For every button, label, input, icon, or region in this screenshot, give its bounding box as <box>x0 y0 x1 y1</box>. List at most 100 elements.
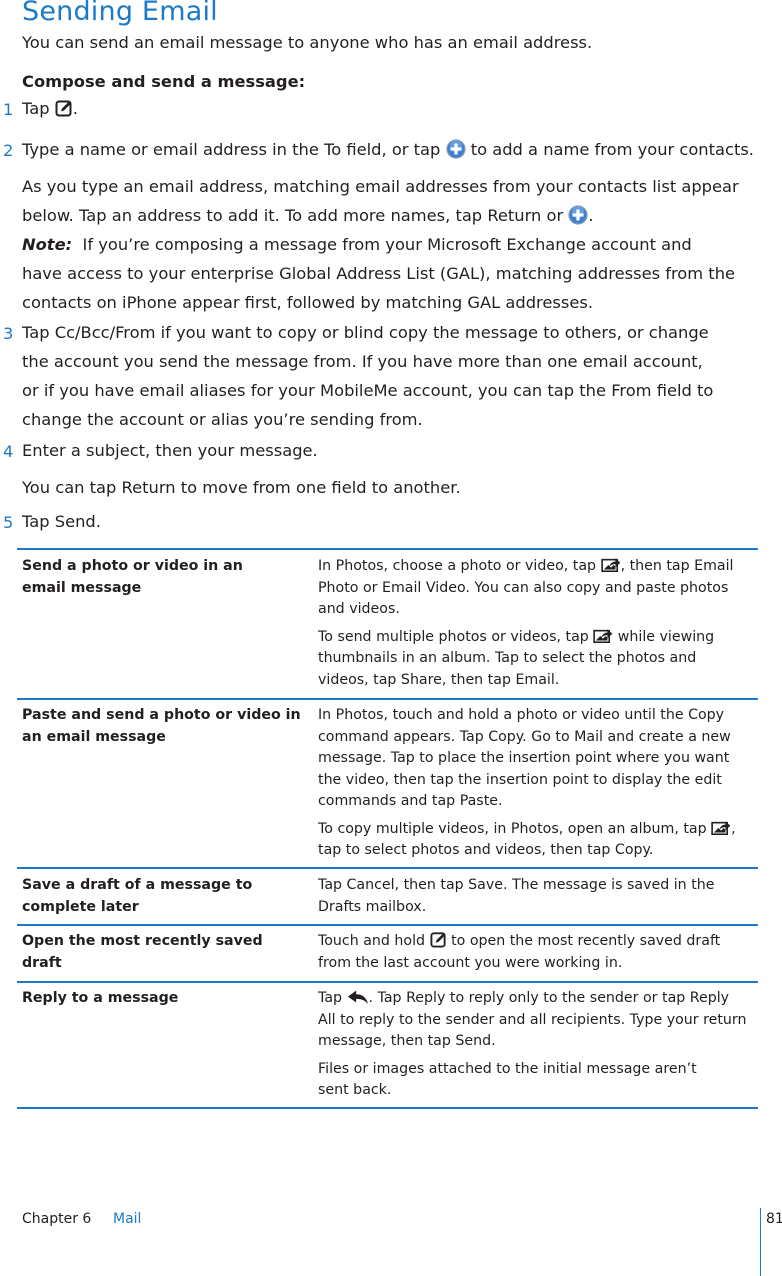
desc-text: , then tap Email <box>620 558 734 574</box>
table-rule <box>17 698 758 700</box>
step-line: the account you send the message from. I… <box>22 352 703 371</box>
desc-line: All to reply to the sender and all recip… <box>318 1011 747 1028</box>
table-desc-cell: In Photos, choose a photo or video, tap … <box>318 556 758 697</box>
table-desc-cell: In Photos, touch and hold a photo or vid… <box>318 705 758 868</box>
step-number: 5 <box>3 513 14 532</box>
note-text: If you’re composing a message from your … <box>82 235 692 254</box>
step-4: Enter a subject, then your message. <box>22 441 318 460</box>
section-subhead: Compose and send a message: <box>22 72 306 91</box>
desc-line: message. Tap to place the insertion poin… <box>318 750 730 766</box>
footer-chapter: Chapter 6 <box>22 1211 92 1227</box>
table-task-cell: Send a photo or video in an email messag… <box>22 556 302 599</box>
note-line: Note: If you’re composing a message from… <box>22 230 735 259</box>
detail-line: As you type an email address, matching e… <box>22 177 739 196</box>
desc-text: Tap <box>318 990 347 1006</box>
step-1: Tap . <box>22 94 78 123</box>
table-desc-cell: Tap . Tap Reply to reply only to the sen… <box>318 988 758 1108</box>
desc-line: sent back. <box>318 1082 392 1098</box>
desc-text: To copy multiple videos, in Photos, open… <box>318 820 712 837</box>
footer-section-link[interactable]: Mail <box>113 1211 141 1227</box>
desc-paragraph: In Photos, choose a photo or video, tap … <box>318 556 758 621</box>
desc-line: command appears. Tap Copy. Go to Mail an… <box>318 728 731 745</box>
desc-text: to open the most recently saved draft <box>446 933 721 949</box>
desc-line: tap to select photos and videos, then ta… <box>318 842 654 858</box>
desc-paragraph: To send multiple photos or videos, tap w… <box>318 627 758 692</box>
table-rule <box>17 924 758 926</box>
desc-text: In Photos, choose a photo or video, tap <box>318 558 601 574</box>
task-line: email message <box>22 579 142 596</box>
desc-line: videos, tap Share, then tap Email. <box>318 671 560 688</box>
step-text: . <box>72 99 78 118</box>
desc-line: Photo or Email Video. You can also copy … <box>318 579 729 596</box>
action-icon <box>593 628 613 644</box>
detail-text: below. Tap an address to add it. To add … <box>22 206 569 225</box>
note-line: contacts on iPhone appear first, followe… <box>22 293 594 312</box>
step-line: Tap Cc/Bcc/From if you want to copy or b… <box>22 323 709 342</box>
step-2-detail: As you type an email address, matching e… <box>22 172 739 230</box>
step-number: 2 <box>3 141 14 160</box>
step-3: Tap Cc/Bcc/From if you want to copy or b… <box>22 318 713 434</box>
desc-line: To copy multiple videos, in Photos, open… <box>318 819 758 841</box>
footer-divider <box>760 1208 761 1276</box>
task-line: Reply to a message <box>22 990 179 1006</box>
task-line: Send a photo or video in an <box>22 558 243 574</box>
task-line: Open the most recently saved draft <box>22 933 263 971</box>
step-text: Tap <box>22 99 55 118</box>
table-rule <box>17 548 758 550</box>
table-rule <box>17 867 758 869</box>
desc-line: Tap . Tap Reply to reply only to the sen… <box>318 988 758 1010</box>
compose-icon <box>55 99 73 117</box>
note-line: have access to your enterprise Global Ad… <box>22 264 736 283</box>
task-line: an email message <box>22 728 166 745</box>
step-text: Type a name or email address in the To f… <box>22 140 446 159</box>
desc-line: Touch and hold to open the most recently… <box>318 931 758 953</box>
desc-line: In Photos, choose a photo or video, tap … <box>318 556 758 578</box>
desc-paragraph: Files or images attached to the initial … <box>318 1059 758 1102</box>
add-contact-icon <box>446 139 466 159</box>
desc-text: To send multiple photos or videos, tap <box>318 628 594 645</box>
table-desc-cell: Touch and hold to open the most recently… <box>318 931 758 980</box>
desc-text: while viewing <box>613 628 715 645</box>
desc-line: Drafts mailbox. <box>318 898 427 915</box>
table-rule <box>17 981 758 983</box>
desc-line: message, then tap Send. <box>318 1033 496 1049</box>
desc-line: the video, then tap the insertion point … <box>318 771 722 788</box>
detail-line: below. Tap an address to add it. To add … <box>22 201 739 230</box>
action-icon <box>711 820 731 836</box>
step-number: 1 <box>3 100 14 119</box>
step-number: 3 <box>3 324 14 343</box>
detail-text: . <box>588 206 594 225</box>
desc-line: from the last account you were working i… <box>318 954 623 971</box>
desc-line: thumbnails in an album. Tap to select th… <box>318 650 697 666</box>
step-2: Type a name or email address in the To f… <box>22 135 754 164</box>
note-label: Note: <box>22 235 73 254</box>
step-5: Tap Send. <box>22 512 101 531</box>
task-line: Paste and send a photo or video in <box>22 707 301 723</box>
desc-text: Touch and hold <box>318 933 430 949</box>
step-text: to add a name from your contacts. <box>465 140 754 159</box>
table-task-cell: Save a draft of a message to complete la… <box>22 875 302 918</box>
table-desc-cell: Tap Cancel, then tap Save. The message i… <box>318 875 758 924</box>
task-line: complete later <box>22 898 139 915</box>
table-task-cell: Paste and send a photo or video in an em… <box>22 705 302 748</box>
table-task-cell: Reply to a message <box>22 988 302 1010</box>
step-line: or if you have email aliases for your Mo… <box>22 381 714 400</box>
desc-paragraph: To copy multiple videos, in Photos, open… <box>318 819 758 862</box>
page-number: 81 <box>766 1211 782 1227</box>
desc-paragraph: Tap . Tap Reply to reply only to the sen… <box>318 988 758 1053</box>
intro-text: You can send an email message to anyone … <box>22 33 593 52</box>
desc-line: Tap Cancel, then tap Save. The message i… <box>318 877 715 893</box>
table-task-cell: Open the most recently saved draft <box>22 931 302 974</box>
desc-text: . Tap Reply to reply only to the sender … <box>368 990 730 1006</box>
compose-icon <box>430 931 447 948</box>
note: Note: If you’re composing a message from… <box>22 230 735 317</box>
desc-text: , <box>731 820 736 837</box>
page-title: Sending Email <box>22 0 218 27</box>
step-line: change the account or alias you’re sendi… <box>22 410 423 429</box>
desc-paragraph: Touch and hold to open the most recently… <box>318 931 758 974</box>
add-contact-icon <box>568 205 588 225</box>
desc-line: and videos. <box>318 601 400 617</box>
desc-paragraph: Tap Cancel, then tap Save. The message i… <box>318 875 758 918</box>
step-number: 4 <box>3 442 14 461</box>
desc-line: To send multiple photos or videos, tap w… <box>318 627 758 649</box>
